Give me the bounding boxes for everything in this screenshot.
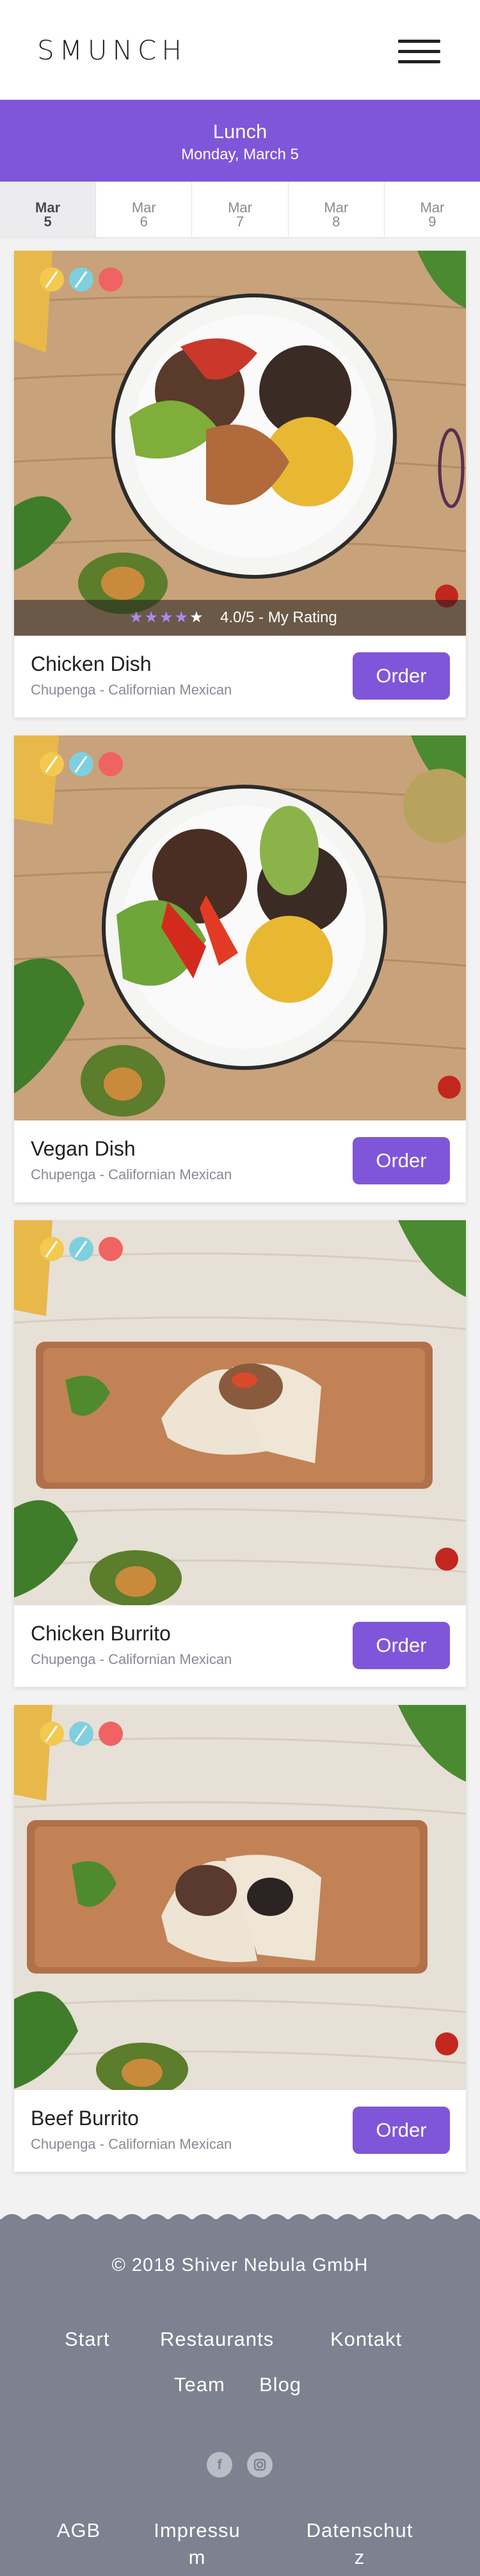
rating-stars: ★★★★★	[129, 609, 205, 626]
app-header: SMUNCH	[0, 0, 480, 100]
order-button[interactable]: Order	[353, 1137, 450, 1184]
instagram-icon[interactable]	[247, 2452, 273, 2478]
meal-title: Lunch	[212, 120, 268, 143]
tab-month: Mar	[324, 200, 349, 216]
restaurant-name: Chupenga - Californian Mexican	[31, 1651, 232, 1667]
dietary-icon	[40, 1722, 64, 1746]
footer-link-team[interactable]: Team	[174, 2373, 225, 2396]
dish-card[interactable]: Chicken Burrito Chupenga - Californian M…	[14, 1220, 466, 1687]
dietary-icon	[69, 752, 93, 776]
order-button[interactable]: Order	[353, 1622, 450, 1669]
order-button[interactable]: Order	[353, 2107, 450, 2154]
date-tabs: Mar 5 Mar 6 Mar 7 Mar 8 Mar 9	[0, 182, 480, 238]
dietary-icon	[40, 1237, 64, 1261]
dish-name: Vegan Dish	[31, 1137, 136, 1160]
restaurant-name: Chupenga - Californian Mexican	[31, 1166, 232, 1182]
copyright: © 2018 Shiver Nebula GmbH	[111, 2255, 369, 2275]
tab-mar-6[interactable]: Mar 6	[96, 182, 193, 237]
dish-card[interactable]: Vegan Dish Chupenga - Californian Mexica…	[14, 735, 466, 1202]
dish-name: Chicken Burrito	[31, 1622, 171, 1645]
tab-mar-9[interactable]: Mar 9	[385, 182, 480, 237]
footer-link-restaurants[interactable]: Restaurants	[160, 2328, 274, 2351]
tab-day: 5	[44, 214, 52, 230]
rating-bar[interactable]: ★★★★★ 4.0/5 - My Rating	[14, 600, 466, 636]
dish-photo[interactable]	[14, 1220, 466, 1605]
tab-mar-7[interactable]: Mar 7	[192, 182, 289, 237]
dietary-icon	[69, 1722, 93, 1746]
dish-photo[interactable]	[14, 735, 466, 1120]
facebook-icon[interactable]: f	[207, 2452, 232, 2478]
dietary-icon	[99, 267, 123, 292]
dietary-icon	[99, 752, 123, 776]
restaurant-name: Chupenga - Californian Mexican	[31, 2136, 232, 2152]
dish-card[interactable]: ★★★★★ 4.0/5 - My Rating Chicken Dish Chu…	[14, 251, 466, 718]
meal-banner: Lunch Monday, March 5	[0, 100, 480, 182]
dietary-icon	[40, 267, 64, 292]
dietary-icon	[40, 752, 64, 776]
restaurant-name: Chupenga - Californian Mexican	[31, 682, 232, 698]
tab-month: Mar	[420, 200, 445, 216]
dish-name: Chicken Dish	[31, 652, 152, 675]
tab-month: Mar	[35, 200, 61, 216]
order-button[interactable]: Order	[353, 652, 450, 700]
rating-text: 4.0/5 - My Rating	[220, 609, 337, 626]
dish-name: Beef Burrito	[31, 2107, 139, 2130]
footer-link-impressum[interactable]: Impressu m	[146, 2517, 248, 2571]
footer-link-start[interactable]: Start	[65, 2328, 109, 2351]
logo[interactable]: SMUNCH	[37, 35, 187, 66]
dietary-icon	[99, 1237, 123, 1261]
footer-link-kontakt[interactable]: Kontakt	[330, 2328, 402, 2351]
meal-date: Monday, March 5	[181, 146, 299, 163]
tab-day: 8	[332, 214, 340, 230]
dish-card[interactable]: Beef Burrito Chupenga - Californian Mexi…	[14, 1705, 466, 2172]
tab-mar-8[interactable]: Mar 8	[289, 182, 385, 237]
dietary-icon	[69, 267, 93, 292]
footer-link-agb[interactable]: AGB	[56, 2517, 101, 2544]
hamburger-icon[interactable]	[398, 38, 440, 65]
tab-month: Mar	[131, 200, 156, 216]
footer-link-datenschutz[interactable]: Datenschut z	[296, 2517, 424, 2571]
footer-wave	[0, 2214, 480, 2220]
tab-day: 9	[428, 214, 436, 230]
dish-photo[interactable]: ★★★★★ 4.0/5 - My Rating	[14, 251, 466, 636]
tab-month: Mar	[228, 200, 252, 216]
site-footer: © 2018 Shiver Nebula GmbH Start Restaura…	[0, 2214, 480, 2576]
footer-link-blog[interactable]: Blog	[259, 2373, 301, 2396]
dietary-icon	[99, 1722, 123, 1746]
tab-mar-5[interactable]: Mar 5	[0, 182, 97, 237]
tab-day: 7	[236, 214, 244, 230]
dish-photo[interactable]	[14, 1705, 466, 2090]
dietary-icon	[69, 1237, 93, 1261]
tab-day: 6	[140, 214, 148, 230]
